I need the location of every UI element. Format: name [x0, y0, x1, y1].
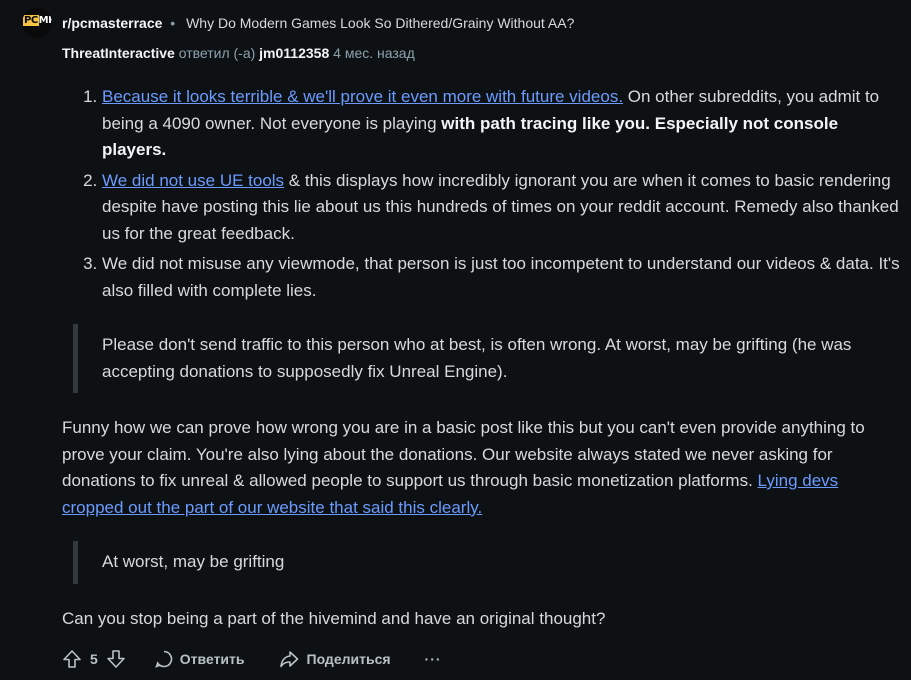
subreddit-avatar[interactable]: PCMR: [22, 8, 52, 38]
comment-author[interactable]: ThreatInteractive: [62, 45, 175, 61]
blockquote: Please don't send traffic to this person…: [73, 324, 900, 393]
comment-meta: ThreatInteractive ответил (-а) jm0112358…: [62, 45, 415, 61]
vote-count: 5: [90, 651, 98, 667]
comment-bubble-icon: [154, 649, 174, 669]
list-item: We did not use UE tools & this displays …: [102, 168, 900, 248]
list-item: We did not misuse any viewmode, that per…: [102, 251, 900, 304]
downvote-icon[interactable]: [106, 649, 126, 669]
share-icon: [279, 649, 299, 669]
numbered-list: Because it looks terrible & we'll prove …: [62, 84, 900, 304]
inline-link[interactable]: We did not use UE tools: [102, 171, 284, 190]
separator-dot: •: [170, 15, 176, 31]
reply-button[interactable]: Ответить: [154, 649, 245, 669]
share-label: Поделиться: [306, 651, 391, 667]
comment-actions: 5 Ответить Поделиться ···: [62, 646, 442, 672]
list-item: Because it looks terrible & we'll prove …: [102, 84, 900, 164]
paragraph: Can you stop being a part of the hivemin…: [62, 608, 606, 628]
pcmr-logo-icon: PCMR: [23, 15, 52, 26]
post-title-link[interactable]: Why Do Modern Games Look So Dithered/Gra…: [186, 15, 574, 31]
paragraph: Funny how we can prove how wrong you are…: [62, 418, 865, 517]
more-options-icon[interactable]: ···: [425, 651, 442, 667]
inline-link[interactable]: Because it looks terrible & we'll prove …: [102, 87, 623, 106]
subreddit-line: r/pcmasterrace • Why Do Modern Games Loo…: [62, 15, 574, 31]
blockquote: At worst, may be grifting: [73, 541, 900, 584]
replied-label: ответил (-а): [178, 45, 256, 61]
comment-timestamp: 4 мес. назад: [333, 45, 415, 61]
share-button[interactable]: Поделиться: [279, 649, 391, 669]
reply-label: Ответить: [179, 651, 245, 667]
comment-body: Because it looks terrible & we'll prove …: [62, 84, 900, 632]
upvote-icon[interactable]: [62, 649, 82, 669]
comment-header: PCMR r/pcmasterrace • Why Do Modern Game…: [22, 8, 902, 68]
subreddit-link[interactable]: r/pcmasterrace: [62, 15, 162, 31]
reply-target-user[interactable]: jm0112358: [259, 45, 329, 61]
